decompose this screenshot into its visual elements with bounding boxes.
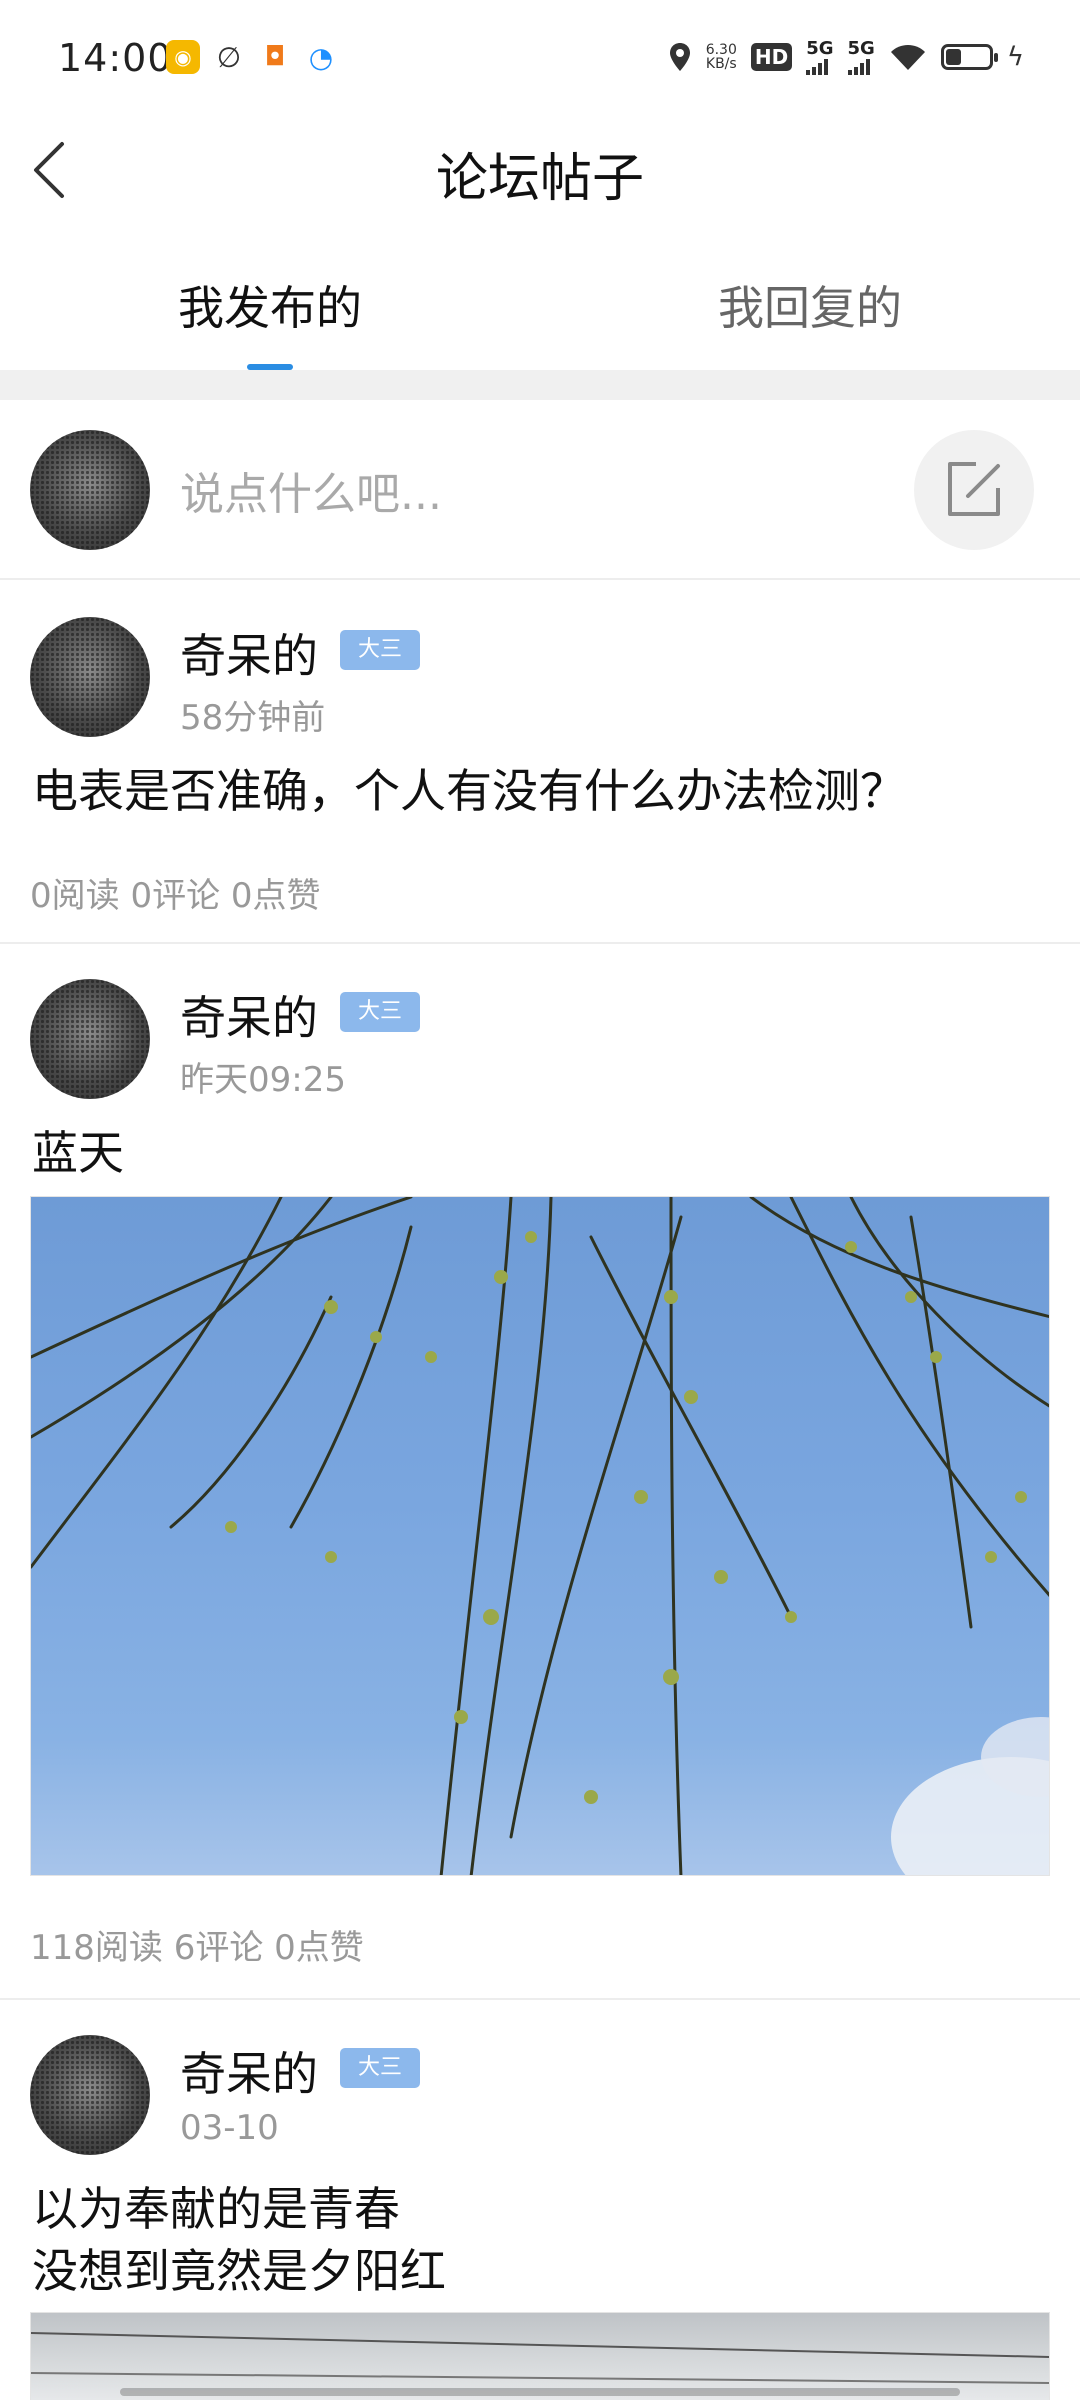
post-time: 58分钟前 <box>180 698 326 738</box>
post-content[interactable]: 以为奉献的是青春 没想到竟然是夕阳红 <box>32 2178 446 2302</box>
sim2-label: 5G <box>847 38 875 59</box>
battery-level <box>945 48 961 65</box>
post-image[interactable] <box>30 2312 1050 2400</box>
author-avatar[interactable] <box>30 2035 150 2155</box>
grade-badge: 大三 <box>340 630 420 670</box>
sim1-signal-icon: 5G <box>806 38 834 75</box>
sim2-signal-icon: 5G <box>847 38 875 75</box>
home-indicator[interactable] <box>120 2388 960 2396</box>
sim1-label: 5G <box>806 38 834 59</box>
wifi-icon <box>890 44 925 70</box>
post-content[interactable]: 蓝天 <box>32 1122 124 1184</box>
post-stats: 118阅读 6评论 0点赞 <box>30 1928 364 1968</box>
tab-my-posts[interactable]: 我发布的 <box>0 240 540 370</box>
tab-bar: 我发布的 我回复的 <box>0 240 1080 370</box>
charging-icon: ϟ <box>1006 41 1024 72</box>
post-item[interactable]: 奇呆的 大三 58分钟前 电表是否准确，个人有没有什么办法检测？ 0阅读 0评论… <box>0 582 1080 944</box>
post-composer: 说点什么吧... <box>0 400 1080 580</box>
post-time: 03-10 <box>180 2108 279 2148</box>
tab-my-replies[interactable]: 我回复的 <box>540 240 1080 370</box>
post-time: 昨天09:25 <box>180 1060 346 1100</box>
section-divider <box>0 370 1080 400</box>
grade-badge: 大三 <box>340 2048 420 2088</box>
app-header: 论坛帖子 <box>0 120 1080 220</box>
tab-my-replies-label: 我回复的 <box>718 281 902 335</box>
network-speed-unit: KB/s <box>705 55 737 72</box>
composer-input[interactable]: 说点什么吧... <box>180 458 442 522</box>
author-avatar[interactable] <box>30 617 150 737</box>
status-indicators: 6.30 KB/s HD 5G 5G ϟ <box>668 38 1024 75</box>
post-photo <box>31 2332 1049 2384</box>
author-name[interactable]: 奇呆的 <box>180 620 318 686</box>
network-speed-value: 6.30 <box>705 41 737 58</box>
user-avatar[interactable] <box>30 430 150 550</box>
post-item[interactable]: 奇呆的 大三 03-10 以为奉献的是青春 没想到竟然是夕阳红 <box>0 2000 1080 2400</box>
network-speed: 6.30 KB/s <box>706 43 737 71</box>
author-name[interactable]: 奇呆的 <box>180 982 318 1048</box>
sync-app-icon: ∅ <box>212 40 246 74</box>
notification-icons: ◉ ∅ ◘ ◔ <box>166 40 338 74</box>
tab-my-posts-label: 我发布的 <box>178 281 362 335</box>
post-stats: 0阅读 0评论 0点赞 <box>30 876 321 916</box>
shop-app-icon: ◘ <box>258 40 292 74</box>
post-content[interactable]: 电表是否准确，个人有没有什么办法检测？ <box>32 760 906 822</box>
edit-icon <box>948 462 1000 516</box>
post-image[interactable] <box>30 1196 1050 1876</box>
author-name[interactable]: 奇呆的 <box>180 2038 318 2104</box>
status-time: 14:00 <box>58 36 173 80</box>
status-bar: 14:00 ◉ ∅ ◘ ◔ 6.30 KB/s HD 5G 5G ϟ <box>0 0 1080 120</box>
compose-button[interactable] <box>914 430 1034 550</box>
tree-branches-photo <box>31 1197 1049 1875</box>
page-title: 论坛帖子 <box>435 149 644 209</box>
author-avatar[interactable] <box>30 979 150 1099</box>
browser-app-icon: ◔ <box>304 40 338 74</box>
battery-icon <box>940 43 998 70</box>
location-icon <box>669 42 690 71</box>
post-item[interactable]: 奇呆的 大三 昨天09:25 蓝天 118阅读 6评论 0点赞 <box>0 944 1080 2000</box>
grade-badge: 大三 <box>340 992 420 1032</box>
weibo-icon: ◉ <box>166 40 200 74</box>
hd-voice-icon: HD <box>750 42 793 71</box>
